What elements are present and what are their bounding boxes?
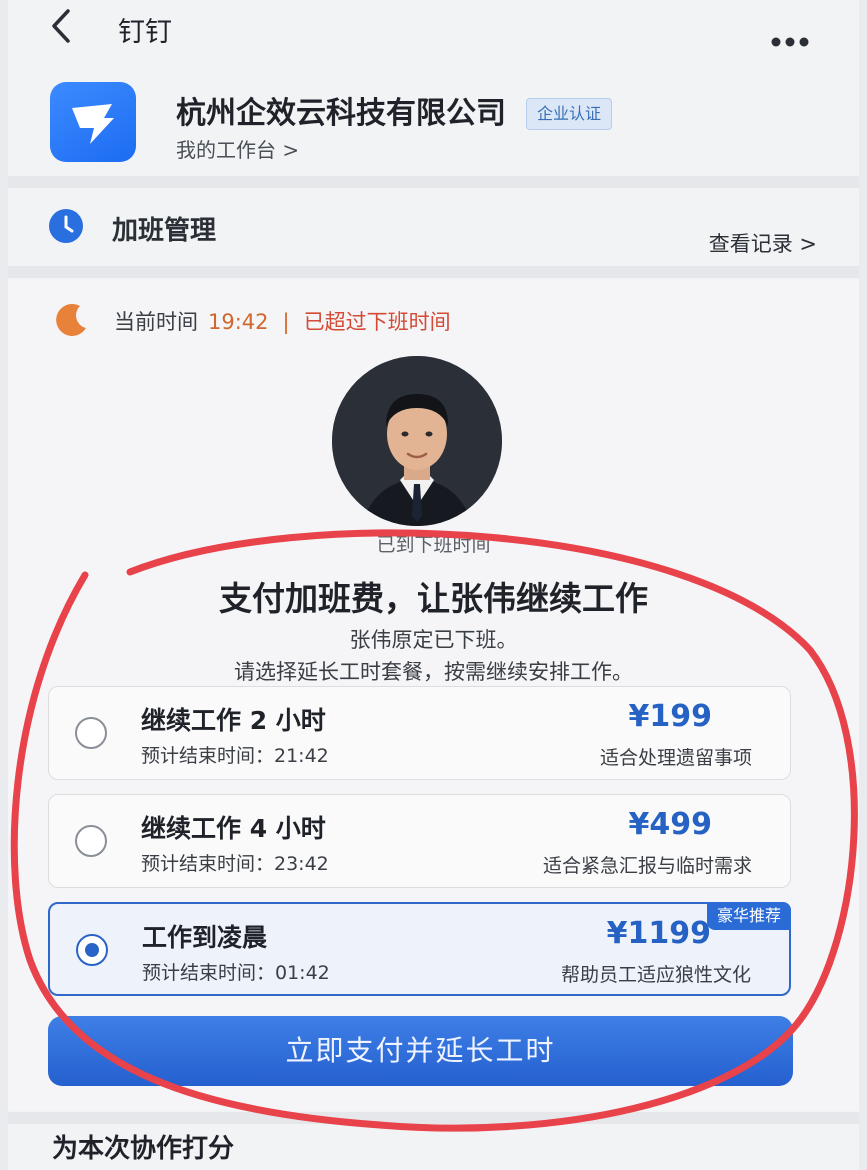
radio-button[interactable] — [75, 717, 107, 749]
option-price: ¥499 — [628, 807, 713, 842]
description-line-1: 张伟原定已下班。 — [349, 628, 518, 652]
section-divider — [8, 1112, 859, 1124]
dingtalk-logo-icon — [50, 82, 136, 162]
option-title: 工作到凌晨 — [142, 923, 268, 952]
nav-title: 钉钉 — [118, 17, 172, 48]
option-end-time: 预计结束时间：01:42 — [142, 962, 330, 984]
option-note: 适合紧急汇报与临时需求 — [542, 855, 752, 877]
radio-button[interactable] — [75, 825, 107, 857]
my-workbench-link[interactable]: 我的工作台 > — [176, 134, 299, 163]
option-note: 帮助员工适应狼性文化 — [560, 964, 751, 986]
time-separator: | — [282, 310, 290, 334]
option-end-time: 预计结束时间：23:42 — [141, 853, 329, 875]
company-header[interactable]: 杭州企效云科技有限公司 企业认证 我的工作台 > — [8, 70, 859, 180]
overtime-title: 加班管理 — [112, 216, 217, 246]
option-price: ¥199 — [628, 699, 713, 734]
package-option-4h[interactable]: 继续工作 4 小时 预计结束时间：23:42 ¥499 适合紧急汇报与临时需求 — [48, 794, 791, 888]
current-time-value: 19:42 — [208, 310, 269, 334]
employee-avatar — [332, 356, 502, 526]
section-divider — [8, 266, 859, 278]
clock-icon — [49, 209, 83, 243]
option-end-time: 预计结束时间：21:42 — [141, 745, 329, 767]
overtime-warning: 已超过下班时间 — [303, 310, 451, 334]
enterprise-verified-badge: 企业认证 — [526, 98, 613, 130]
back-chevron-icon[interactable] — [46, 8, 76, 44]
pay-overtime-headline: 支付加班费，让张伟继续工作 — [219, 579, 648, 618]
option-note: 适合处理遗留事项 — [599, 747, 752, 769]
package-option-until-dawn[interactable]: 工作到凌晨 预计结束时间：01:42 ¥1199 帮助员工适应狼性文化 豪华推荐 — [48, 902, 791, 996]
option-price: ¥1199 — [606, 916, 711, 951]
description-line-2: 请选择延长工时套餐，按需继续安排工作。 — [234, 660, 633, 684]
view-records-link[interactable]: 查看记录 > — [709, 228, 817, 258]
current-time-row: 当前时间 19:42 | 已超过下班时间 — [114, 306, 451, 336]
luxury-recommend-tag: 豪华推荐 — [706, 902, 791, 930]
moon-icon — [56, 303, 86, 336]
company-name: 杭州企效云科技有限公司 — [176, 96, 506, 131]
top-bar: 钉钉 — [8, 0, 859, 78]
radio-button-selected[interactable] — [76, 934, 108, 966]
current-time-label: 当前时间 — [114, 310, 198, 334]
overtime-header: 加班管理 查看记录 > — [8, 188, 859, 264]
option-title: 继续工作 4 小时 — [141, 814, 326, 843]
more-dots-icon[interactable] — [770, 36, 810, 48]
section-divider — [8, 176, 859, 188]
rating-section-title: 为本次协作打分 — [52, 1134, 235, 1164]
overtime-card: 当前时间 19:42 | 已超过下班时间 已到下班时间 支付加班费，让张伟继续工作 张… — [8, 280, 859, 1110]
off-duty-reached-text: 已到下班时间 — [376, 534, 491, 556]
package-option-2h[interactable]: 继续工作 2 小时 预计结束时间：21:42 ¥199 适合处理遗留事项 — [48, 686, 791, 780]
phone-screen: 钉钉 杭州企效云科技有限公司 企业认证 我的工作台 > 加班管理 查看记录 > … — [8, 0, 859, 1170]
pay-and-extend-button[interactable]: 立即支付并延长工时 — [48, 1016, 793, 1086]
option-title: 继续工作 2 小时 — [141, 706, 326, 735]
